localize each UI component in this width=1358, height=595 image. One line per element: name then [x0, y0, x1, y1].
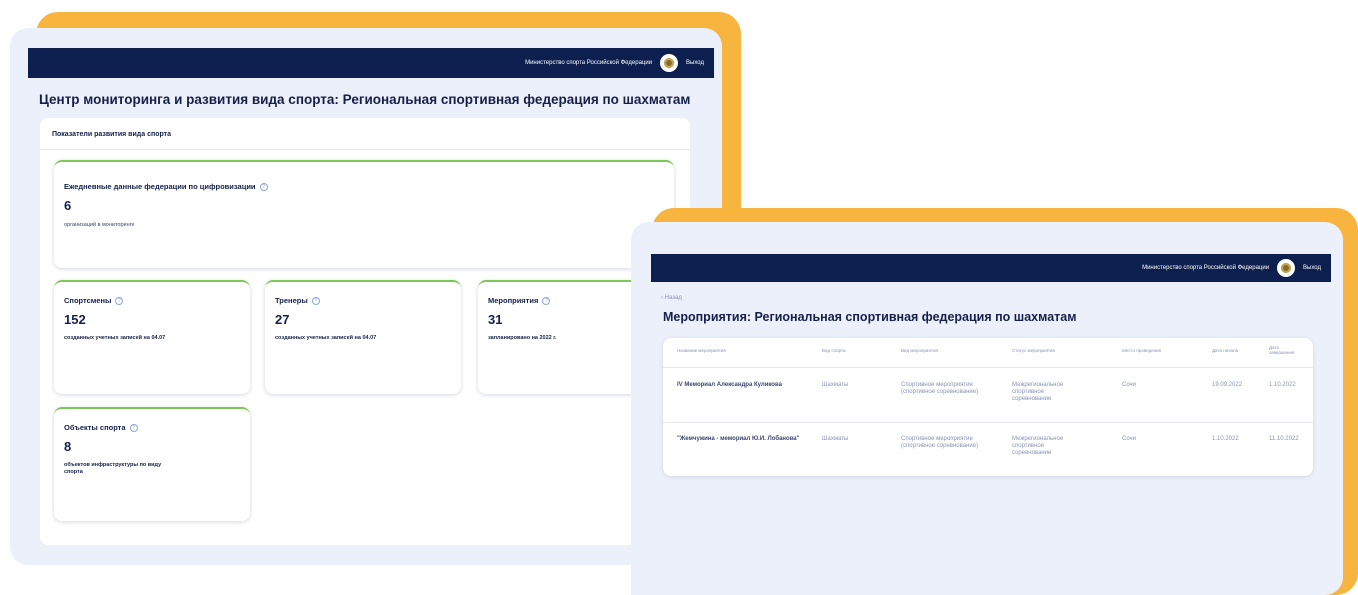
metric-desc: запланировано на 2022 г. [488, 335, 557, 341]
metric-title: Ежедневные данные федерации по цифровиза… [64, 182, 256, 191]
cell-name: IV Мемориал Александра Куликова [677, 382, 782, 388]
column-header-sport: Вид спорта [822, 348, 846, 353]
metric-desc: объектов инфраструктуры по виду спорта [64, 462, 162, 475]
events-table: Название мероприятия Вид спорта Вид меро… [663, 338, 1313, 476]
metric-title: Спортсмены [64, 296, 112, 305]
top-navbar: Министерство спорта Российской Федерации… [651, 254, 1331, 282]
help-icon[interactable]: ? [542, 296, 551, 305]
metric-value: 8 [64, 439, 72, 454]
coat-of-arms-icon [660, 54, 679, 72]
cell-place: Сочи [1122, 382, 1137, 388]
row-divider [663, 422, 1313, 423]
help-icon[interactable]: ? [115, 296, 124, 305]
screen-monitoring: Министерство спорта Российской Федерации… [10, 28, 722, 565]
metric-desc: созданных учетных записей на 04.07 [64, 335, 166, 341]
section-title: Показатели развития вида спорта [52, 131, 171, 138]
column-header-status: Статус мероприятия [1012, 348, 1055, 353]
cell-name: "Жемчужина - мемориал Ю.И. Лобанова" [677, 436, 800, 442]
screen-events: Министерство спорта Российской Федерации… [631, 222, 1343, 595]
cell-start: 1.10.2022 [1212, 436, 1239, 442]
metric-value: 6 [64, 198, 72, 213]
metric-value: 27 [275, 312, 290, 327]
indicators-card: Показатели развития вида спорта Ежедневн… [40, 118, 690, 545]
cell-status: Межрегиональное спортивное соревнование [1012, 382, 1064, 402]
help-icon[interactable]: ? [129, 423, 138, 432]
coaches-metric-card: Тренеры? 27 созданных учетных записей на… [265, 280, 461, 394]
back-link[interactable]: ‹ Назад [661, 295, 682, 301]
help-icon[interactable]: ? [259, 182, 268, 191]
cell-sport: Шахматы [822, 382, 849, 388]
top-navbar: Министерство спорта Российской Федерации… [28, 48, 714, 78]
metric-desc: созданных учетных записей на 04.07 [275, 335, 377, 341]
cell-end: 11.10.2022 [1269, 436, 1299, 442]
ministry-label: Министерство спорта Российской Федерации [1142, 265, 1270, 271]
column-header-place: Место проведения [1122, 348, 1162, 353]
cell-end: 1.10.2022 [1269, 382, 1296, 388]
page-title: Мероприятия: Региональная спортивная фед… [663, 310, 1077, 324]
cell-start: 19.09.2022 [1212, 382, 1243, 388]
facilities-metric-card: Объекты спорта? 8 объектов инфраструктур… [54, 407, 250, 521]
digital-metric-card: Ежедневные данные федерации по цифровиза… [54, 160, 674, 268]
cell-status: Межрегиональное спортивное соревнование [1012, 436, 1064, 456]
cell-type: Спортивное мероприятие (спортивное сорев… [901, 436, 979, 449]
metric-value: 31 [488, 312, 503, 327]
metric-desc: организаций в мониторинге [64, 222, 135, 228]
athletes-metric-card: Спортсмены? 152 созданных учетных записе… [54, 280, 250, 394]
metric-title: Объекты спорта [64, 423, 126, 432]
section-divider [40, 149, 690, 150]
logout-link[interactable]: Выход [1303, 265, 1321, 271]
coat-of-arms-icon [1277, 259, 1296, 277]
page-title: Центр мониторинга и развития вида спорта… [39, 92, 691, 107]
cell-sport: Шахматы [822, 436, 849, 442]
metric-title: Мероприятия [488, 296, 539, 305]
ministry-label: Министерство спорта Российской Федерации [525, 60, 653, 66]
metric-value: 152 [64, 312, 86, 327]
help-icon[interactable]: ? [311, 296, 320, 305]
column-header-name: Название мероприятия [677, 348, 726, 353]
metric-title: Тренеры [275, 296, 308, 305]
column-header-end: Дата завершения [1269, 345, 1295, 355]
logout-link[interactable]: Выход [686, 60, 704, 66]
cell-type: Спортивное мероприятие (спортивное сорев… [901, 382, 979, 395]
column-header-start: Дата начала [1212, 348, 1239, 353]
cell-place: Сочи [1122, 436, 1137, 442]
column-header-type: Вид мероприятия [901, 348, 938, 353]
header-divider [663, 367, 1313, 368]
